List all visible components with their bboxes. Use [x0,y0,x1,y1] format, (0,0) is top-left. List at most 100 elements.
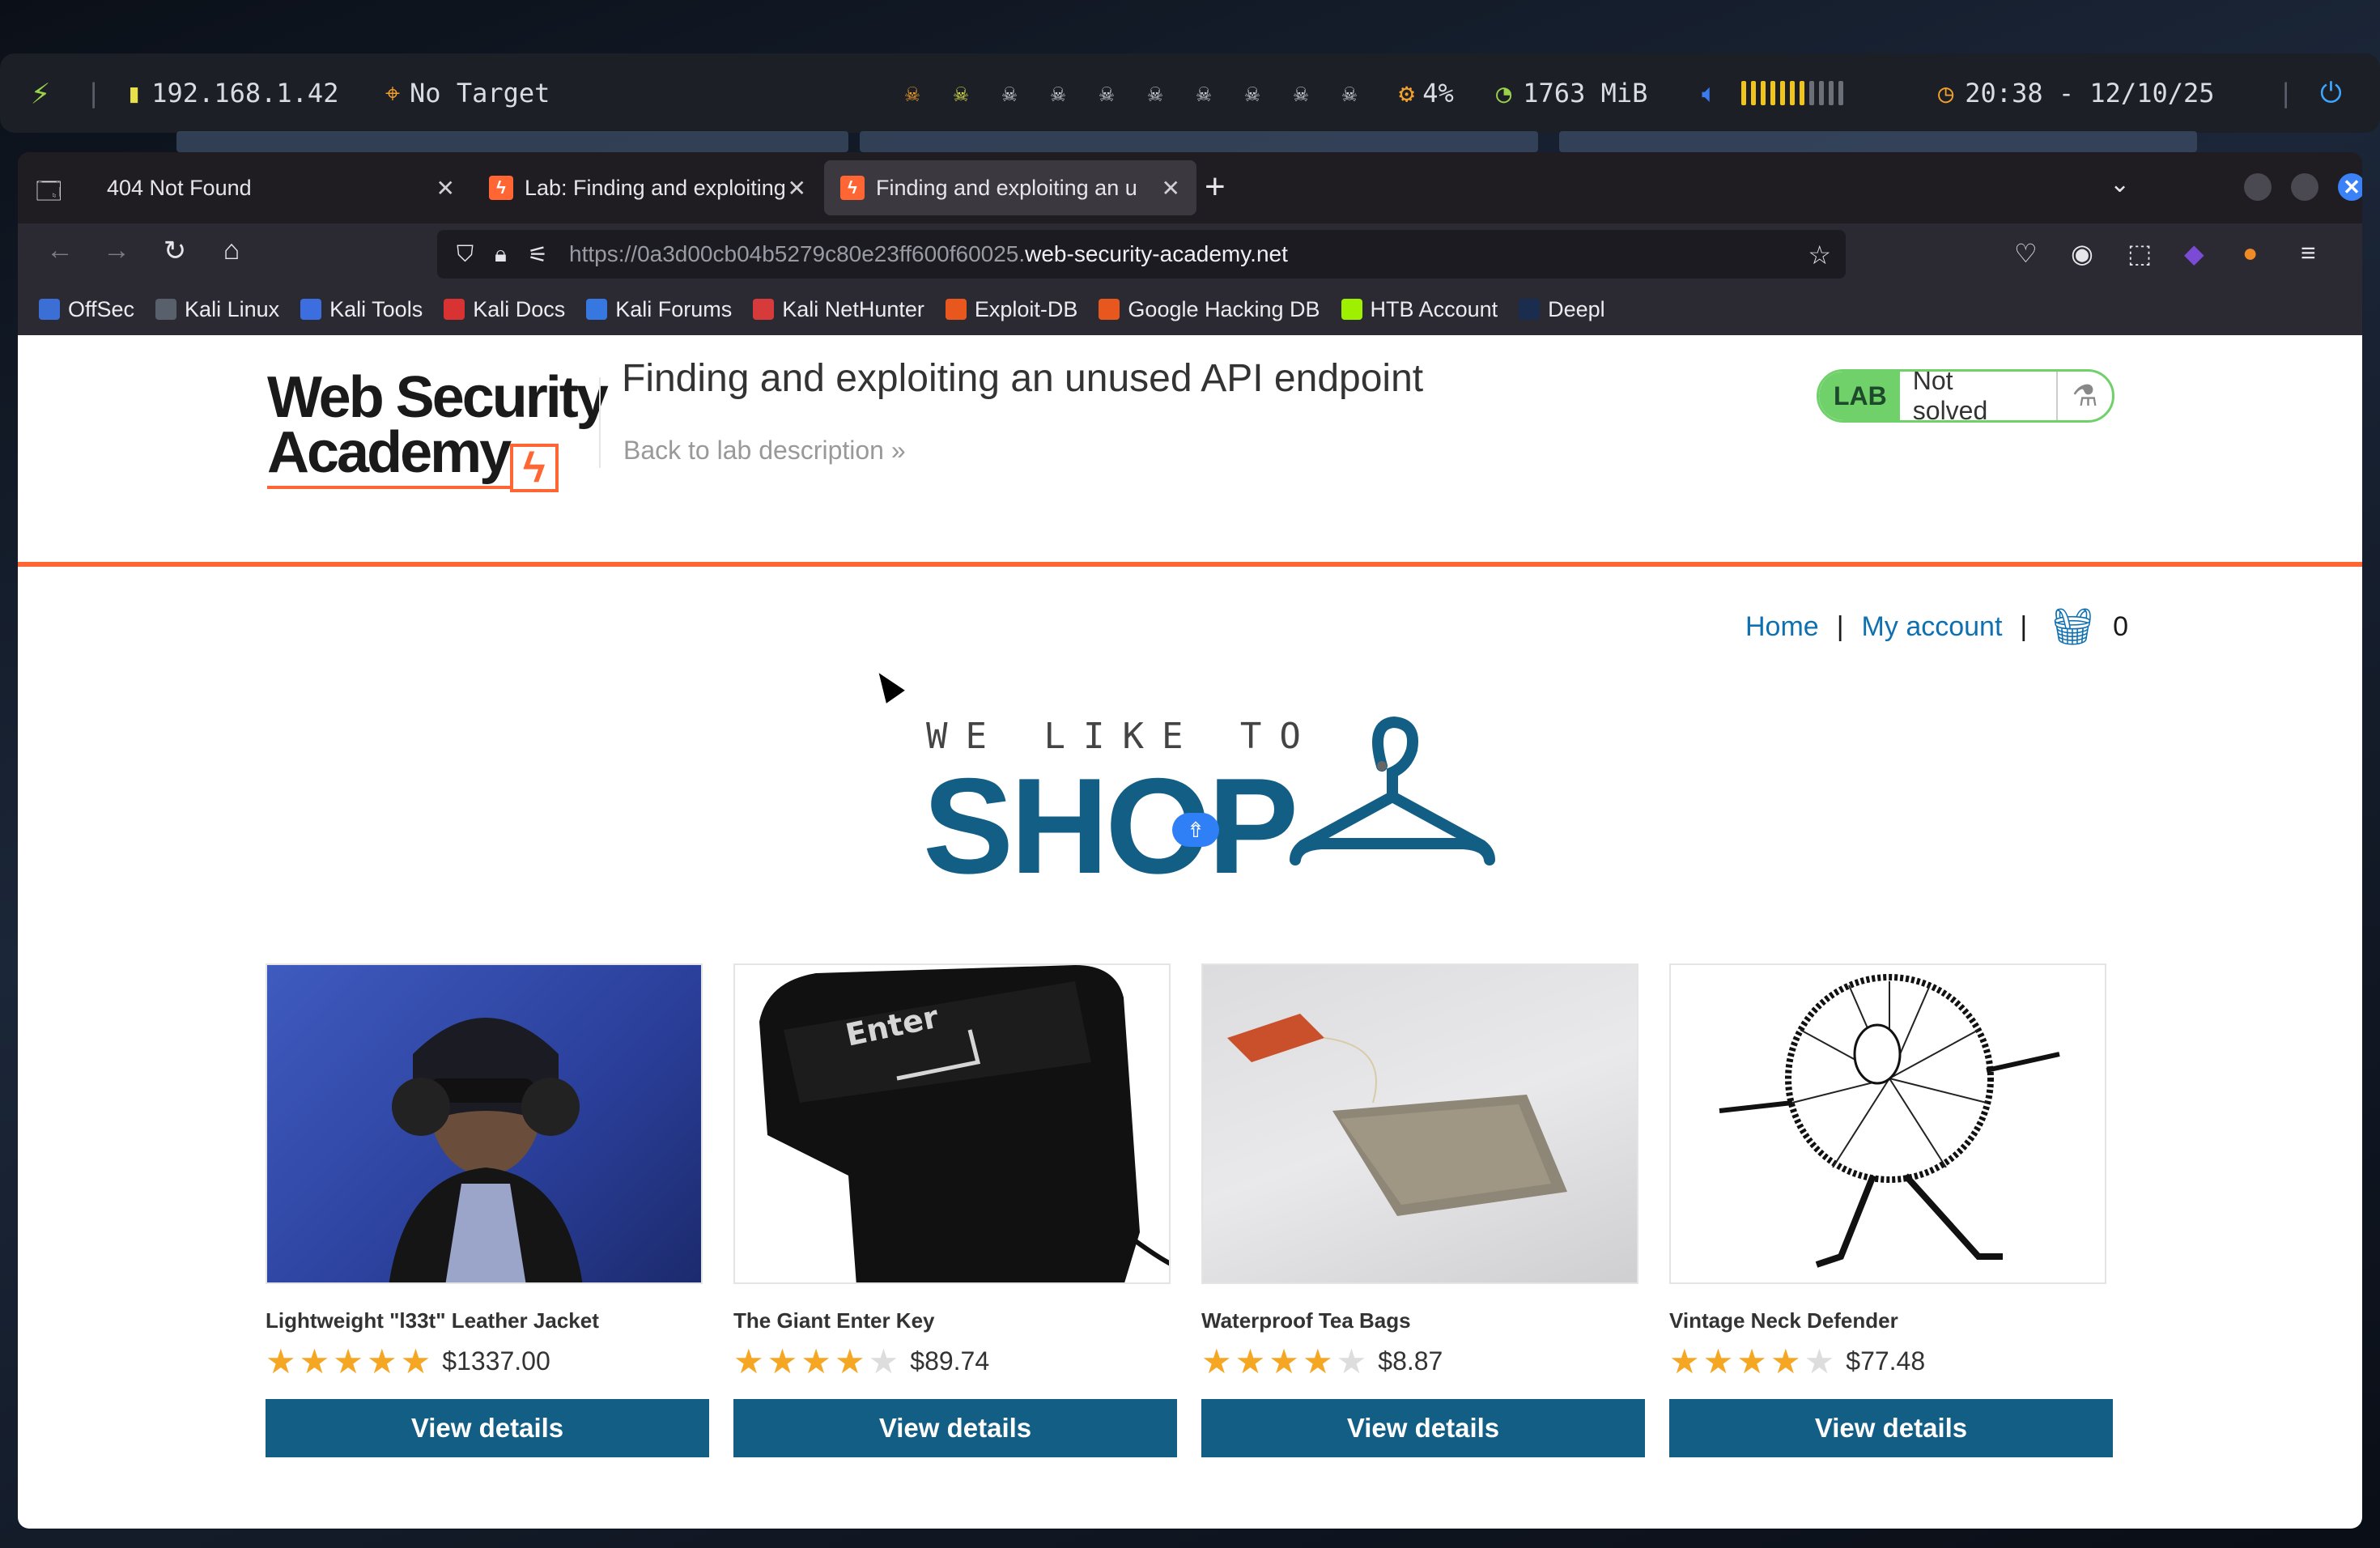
chevron-down-icon[interactable]: ⌄ [2110,170,2130,198]
target-indicator[interactable]: ⌖ No Target [385,78,550,109]
nav-my-account-link[interactable]: My account [1862,611,2003,643]
tab-active[interactable]: ϟ Finding and exploiting an u ✕ [824,160,1196,215]
menu-icon[interactable]: ≡ [2301,238,2316,268]
workspace-skull-icon[interactable]: ☠ [1188,78,1219,108]
tab-lab[interactable]: ϟ Lab: Finding and exploiting ✕ [473,160,822,215]
workspace-skull-icon[interactable]: ☠ [1140,78,1171,108]
bookmark-htb-account[interactable]: HTB Account [1341,297,1498,322]
product-name: Lightweight "l33t" Leather Jacket [266,1308,599,1333]
banner-shop-text: SHOP [923,750,1298,902]
clock-icon: ◷ [1938,78,1954,108]
forward-arrow-icon[interactable]: → [99,235,134,266]
view-details-button[interactable]: View details [733,1399,1177,1457]
volume-indicator[interactable]: 🔈︎ [1702,78,1844,109]
extension-purple-icon[interactable]: ◆ [2184,238,2204,269]
extension-orange-icon[interactable]: ● [2242,238,2258,268]
shopping-basket-icon[interactable]: 🧺︎ [2050,606,2095,648]
lock-icon[interactable]: 🔒︎ [495,241,507,268]
browser-window: 🗔 404 Not Found ✕ ϟ Lab: Finding and exp… [18,152,2362,1529]
ip-indicator: ▮ 192.168.1.42 [126,78,338,108]
back-arrow-icon[interactable]: ← [42,235,78,266]
address-bar[interactable]: ⛉ 🔒︎ ⚟ https://0a3d00cb04b5279c80e23ff60… [437,230,1846,279]
reload-icon[interactable]: ↻ [157,235,193,267]
panel-separator: | [2278,78,2294,108]
workspace-skull-icon[interactable]: ☠ [1334,78,1365,108]
tab-title: Lab: Finding and exploiting [525,175,786,200]
tab-list-icon[interactable]: 🗔 [36,173,66,205]
pocket-icon[interactable]: ♡ [2014,238,2038,269]
kali-menu-icon[interactable]: ⚡ [31,74,50,112]
account-icon[interactable]: ◉ [2071,238,2093,269]
power-icon[interactable]: ⏻ [2320,77,2342,109]
close-icon[interactable]: ✕ [1162,175,1180,202]
product-card: Vintage Neck Defender ★★★★★ $77.48 View … [1669,963,2113,1457]
cpu-icon: ⚙ [1399,78,1415,108]
product-card: Enter The Giant Enter Key ★★★★★ $89.74 V… [733,963,1177,1457]
web-security-academy-logo[interactable]: Web Security Academy ϟ [267,364,609,494]
workspace-skull-icon[interactable]: ☠ [1286,78,1316,108]
double-chevron-right-icon: » [890,436,906,465]
star-rating: ★★★★★ [1201,1342,1371,1380]
new-tab-button[interactable]: + [1205,167,1226,207]
bookmark-deepl[interactable]: Deepl [1519,297,1605,322]
workspace-skull-icon[interactable]: ☠ [1043,78,1073,108]
header-divider [599,377,601,468]
url-text[interactable]: https://0a3d00cb04b5279c80e23ff600f60025… [569,241,1288,267]
workspace-skull-icon[interactable]: ☠ [897,78,928,108]
workspace-skull-icon[interactable]: ☠ [946,78,976,108]
web-page: Web Security Academy ϟ Finding and explo… [18,335,2362,1529]
home-icon[interactable]: ⌂ [214,235,249,266]
product-name: The Giant Enter Key [733,1308,935,1333]
bookmark-kali-docs[interactable]: Kali Docs [444,297,565,322]
view-details-button[interactable]: View details [266,1399,709,1457]
wallpaper-strip [860,131,1538,152]
clock-value: 20:38 - 12/10/25 [1965,78,2215,108]
minimize-button[interactable] [2244,173,2272,201]
bookmark-exploit-db[interactable]: Exploit-DB [945,297,1077,322]
view-details-button[interactable]: View details [1669,1399,2113,1457]
nav-home-link[interactable]: Home [1745,611,1819,643]
shield-icon[interactable]: ⛉ [457,241,474,268]
product-price: $1337.00 [442,1346,550,1376]
bookmark-star-icon[interactable]: ☆ [1808,240,1831,270]
window-close-button[interactable]: ✕ [2338,173,2362,201]
cpu-indicator: ⚙ 4% [1399,78,1454,108]
ip-address: 192.168.1.42 [151,78,339,108]
memory-icon: ◔ [1496,78,1512,108]
workspace-skull-icon[interactable]: ☠ [1237,78,1268,108]
close-icon[interactable]: ✕ [788,175,806,202]
hanger-icon [1290,716,1495,865]
workspace-skull-icon[interactable]: ☠ [994,78,1025,108]
star-rating: ★★★★★ [1669,1342,1838,1380]
product-image-jacket[interactable] [266,963,703,1284]
memory-value: 1763 MiB [1523,78,1648,108]
nav-separator: | [1836,610,1844,642]
extensions-icon[interactable]: ⬚ [2127,238,2152,269]
bookmarks-toolbar: OffSec Kali Linux Kali Tools Kali Docs K… [18,283,2362,335]
workspace-skull-icon[interactable]: ☠ [1091,78,1122,108]
workspace-switcher: ☠ ☠ ☠ ☠ ☠ ☠ ☠ ☠ ☠ ☠ [897,78,1365,108]
target-label: No Target [410,78,550,108]
tab-404[interactable]: 404 Not Found ✕ [91,160,471,215]
bookmark-kali-tools[interactable]: Kali Tools [300,297,423,322]
product-image-tea-bags[interactable] [1201,963,1638,1284]
back-to-lab-link[interactable]: Back to lab description » [623,436,906,466]
product-image-neck-defender[interactable] [1669,963,2106,1284]
crosshair-icon: ⌖ [385,77,401,108]
volume-bar [1741,81,1844,105]
permissions-icon[interactable]: ⚟ [528,241,548,268]
bookmark-kali-nethunter[interactable]: Kali NetHunter [753,297,924,322]
close-icon[interactable]: ✕ [436,175,455,202]
maximize-button[interactable] [2291,173,2318,201]
bookmark-kali-forums[interactable]: Kali Forums [586,297,732,322]
scroll-to-top-button[interactable]: ⇮ [1172,813,1219,847]
bookmark-offsec[interactable]: OffSec [39,297,134,322]
bookmark-kali-linux[interactable]: Kali Linux [155,297,279,322]
view-details-button[interactable]: View details [1201,1399,1645,1457]
network-icon: ▮ [126,78,142,108]
product-name: Waterproof Tea Bags [1201,1308,1411,1333]
tab-title: Finding and exploiting an u [876,175,1137,200]
memory-indicator: ◔ 1763 MiB [1496,78,1647,108]
product-image-enter-key[interactable]: Enter [733,963,1171,1284]
bookmark-google-hacking-db[interactable]: Google Hacking DB [1099,297,1320,322]
